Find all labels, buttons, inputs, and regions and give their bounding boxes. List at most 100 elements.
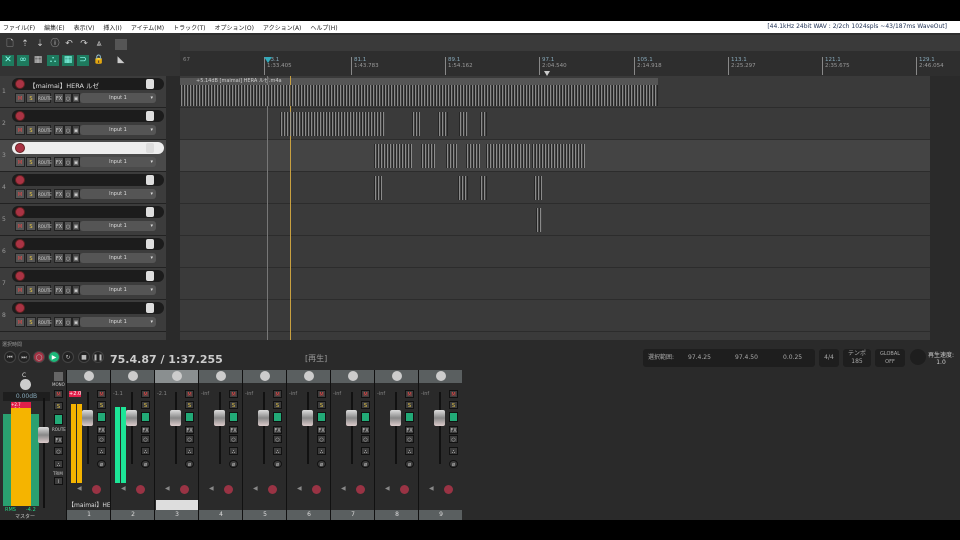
volume-fader[interactable] — [390, 410, 401, 426]
metronome-icon[interactable]: ⩓ — [93, 39, 105, 50]
track-8[interactable]: 8 M S ROUTE FX ○ ▣ Input 1 ▾ — [0, 300, 166, 332]
ruler-marker[interactable]: 129.1 2:46.054 — [916, 57, 944, 75]
fx-button[interactable]: FX — [54, 285, 64, 295]
media-item[interactable] — [180, 85, 658, 106]
fx-bypass-icon[interactable]: ○ — [64, 157, 72, 167]
track-3[interactable]: 3 M S ROUTE FX ○ ▣ Input 1 ▾ — [0, 140, 166, 172]
fx-button[interactable]: FX — [54, 253, 64, 263]
arrange-view[interactable]: +5.14dB [maimai] HERA ルゼ.m4a — [180, 76, 930, 340]
pause-button[interactable]: ❚❚ — [92, 351, 104, 363]
master-envelope-button[interactable]: ⛬ — [54, 460, 63, 468]
menu-edit[interactable]: 編集(E) — [44, 23, 64, 32]
pan-knob[interactable] — [348, 371, 358, 381]
tcp-scrollbar[interactable] — [166, 76, 180, 340]
envelope-icon[interactable]: ⛬ — [141, 447, 150, 455]
mute-button[interactable]: M — [15, 253, 25, 263]
ruler-marker[interactable]: 113.1 2:25.297 — [728, 57, 756, 75]
solo-button[interactable]: S — [405, 401, 414, 409]
media-item[interactable] — [438, 112, 448, 136]
mute-button[interactable]: M — [15, 93, 25, 103]
mute-button[interactable]: M — [317, 390, 326, 398]
track-lane[interactable] — [180, 172, 930, 204]
solo-button[interactable]: S — [449, 401, 458, 409]
project-settings-icon[interactable]: ⓘ — [49, 39, 61, 50]
fx-button[interactable]: FX — [54, 189, 64, 199]
media-item[interactable] — [412, 112, 420, 136]
fx-bypass-icon[interactable]: ○ — [64, 221, 72, 231]
strip-name[interactable] — [288, 500, 330, 510]
strip-name[interactable] — [200, 500, 242, 510]
snap-grid-icon[interactable]: ▦ — [32, 55, 44, 66]
strip-name[interactable] — [376, 500, 418, 510]
record-arm-button[interactable] — [15, 175, 25, 185]
speaker-icon[interactable]: ◀ — [297, 485, 302, 492]
track-name-bar[interactable] — [12, 302, 164, 314]
record-mode-icon[interactable]: ▣ — [72, 189, 80, 199]
solo-button[interactable]: S — [141, 401, 150, 409]
pan-knob[interactable] — [260, 371, 270, 381]
speaker-icon[interactable]: ◀ — [121, 485, 126, 492]
media-item[interactable] — [532, 144, 586, 168]
master-pan-knob[interactable] — [20, 379, 31, 390]
mute-button[interactable]: M — [15, 285, 25, 295]
playrate-knob[interactable] — [910, 349, 926, 365]
media-item[interactable] — [459, 112, 468, 136]
strip-name[interactable]: 【maimai】HEI — [68, 500, 110, 510]
solo-button[interactable]: S — [26, 253, 36, 263]
mute-button[interactable]: M — [15, 125, 25, 135]
record-arm-button[interactable] — [15, 303, 25, 313]
envelope-icon[interactable]: ⛬ — [273, 447, 282, 455]
record-arm-button[interactable] — [400, 485, 409, 494]
fx-bypass-icon[interactable]: ○ — [64, 285, 72, 295]
envelope-icon[interactable]: ⛬ — [361, 447, 370, 455]
record-arm-button[interactable] — [136, 485, 145, 494]
track-name-bar[interactable]: 【maimai】HERA ルゼ — [12, 78, 164, 90]
mute-button[interactable]: M — [185, 390, 194, 398]
menu-track[interactable]: トラック(T) — [173, 23, 205, 32]
selection-length[interactable]: 0.0.25 — [783, 349, 802, 367]
solo-button[interactable]: S — [273, 401, 282, 409]
mute-button[interactable]: M — [449, 390, 458, 398]
global-value[interactable]: OFF — [885, 359, 895, 365]
route-button[interactable] — [405, 412, 414, 422]
record-arm-button[interactable] — [15, 207, 25, 217]
envelope-icon[interactable]: ⛬ — [405, 447, 414, 455]
fx-bypass-icon[interactable]: ○ — [64, 189, 72, 199]
media-item[interactable] — [466, 144, 480, 168]
route-button[interactable]: ROUTE — [37, 189, 52, 199]
volume-slider[interactable] — [146, 79, 154, 89]
record-mode-icon[interactable]: ▣ — [72, 253, 80, 263]
fx-bypass-icon[interactable]: ○ — [64, 317, 72, 327]
input-select[interactable]: Input 1 ▾ — [80, 93, 156, 103]
solo-button[interactable]: S — [185, 401, 194, 409]
master-info-button[interactable]: i — [54, 477, 63, 485]
envelope-icon[interactable]: ⛬ — [317, 447, 326, 455]
selection-end[interactable]: 97.4.50 — [735, 349, 758, 367]
solo-button[interactable]: S — [26, 157, 36, 167]
ruler-marker[interactable]: 89.1 1:54.162 — [445, 57, 473, 75]
ripple-edit-icon[interactable]: ✕ — [2, 55, 14, 66]
volume-fader[interactable] — [214, 410, 225, 426]
pan-knob[interactable] — [436, 371, 446, 381]
volume-fader[interactable] — [346, 410, 357, 426]
mute-button[interactable]: M — [361, 390, 370, 398]
track-name-bar[interactable] — [12, 238, 164, 250]
mute-button[interactable]: M — [97, 390, 106, 398]
menu-help[interactable]: ヘルプ(H) — [310, 23, 337, 32]
fx-button[interactable]: FX — [273, 426, 282, 434]
fx-button[interactable]: FX — [54, 93, 64, 103]
record-mode-icon[interactable]: ▣ — [72, 221, 80, 231]
media-item[interactable] — [421, 144, 435, 168]
solo-button[interactable]: S — [26, 93, 36, 103]
phase-icon[interactable]: ø — [97, 460, 106, 468]
record-mode-icon[interactable]: ▣ — [72, 317, 80, 327]
master-solo-button[interactable]: S — [54, 402, 63, 410]
loop-icon[interactable]: ⊃ — [77, 55, 89, 66]
vertical-scrollbar[interactable] — [930, 76, 960, 340]
volume-fader[interactable] — [302, 410, 313, 426]
fx-bypass-icon[interactable]: ○ — [229, 435, 238, 443]
record-arm-button[interactable] — [356, 485, 365, 494]
media-item[interactable] — [536, 208, 542, 232]
mute-button[interactable]: M — [15, 189, 25, 199]
route-button[interactable] — [141, 412, 150, 422]
